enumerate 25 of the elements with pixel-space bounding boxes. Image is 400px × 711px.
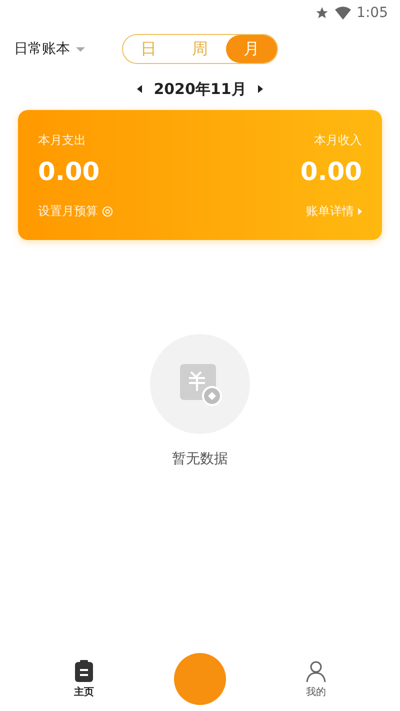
home-tab[interactable]: 主页	[66, 658, 102, 700]
wifi-icon	[334, 6, 351, 20]
expense-label: 本月支出	[38, 132, 86, 149]
budget-link[interactable]: 设置月预算	[38, 200, 113, 222]
period-tab[interactable]: 月	[226, 35, 277, 63]
caret-icon	[76, 46, 85, 52]
expense-amount: 0.00	[38, 157, 100, 188]
next-month-button[interactable]	[258, 85, 264, 93]
caret-icon	[358, 208, 362, 215]
period-tab[interactable]: 周	[174, 35, 226, 63]
previous-month-button[interactable]	[136, 85, 142, 93]
period-tab[interactable]: 日	[123, 35, 174, 63]
status-time: 1:05	[356, 5, 388, 21]
clipboard-icon	[72, 659, 96, 683]
income-label: 本月收入	[314, 132, 362, 149]
target-icon	[102, 206, 113, 217]
wallet-coin-icon	[178, 362, 222, 406]
empty-message: 暂无数据	[172, 450, 228, 468]
month-label: 2020年11月	[154, 80, 246, 98]
profile-tab[interactable]: 我的	[298, 658, 334, 700]
income-amount: 0.00	[300, 157, 362, 188]
person-icon	[304, 659, 328, 683]
book-selector[interactable]: 日常账本	[14, 40, 122, 58]
star-icon	[314, 6, 329, 20]
details-link[interactable]: 账单详情	[306, 200, 362, 222]
